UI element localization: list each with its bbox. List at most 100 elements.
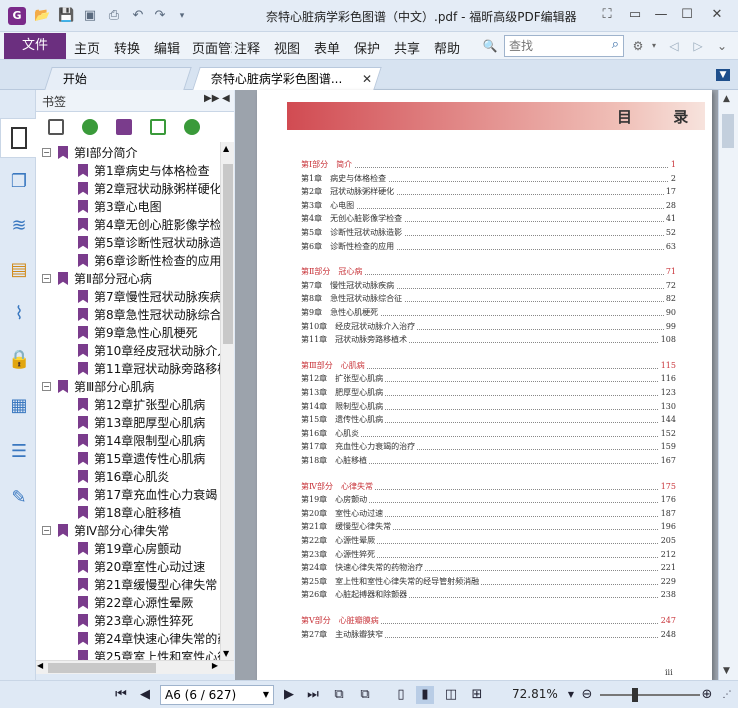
- toc-chapter-line[interactable]: 第12章 扩张型心肌病 116: [301, 372, 676, 386]
- bookmark-scroll-thumb[interactable]: [223, 164, 233, 344]
- bookmark-chapter-item[interactable]: 第18章心脏移植: [78, 504, 181, 522]
- tab-list-icon[interactable]: ▼: [716, 69, 730, 81]
- doc-scroll-down-icon[interactable]: ▼: [723, 666, 730, 676]
- menu-convert[interactable]: 转换: [114, 38, 140, 57]
- toc-chapter-line[interactable]: 第3章 心电图 28: [301, 198, 676, 212]
- collapse-toggle-icon[interactable]: −: [42, 148, 51, 157]
- tab-start[interactable]: 开始: [44, 67, 192, 90]
- bookmark-chapter-item[interactable]: 第20章室性心动过速: [78, 558, 205, 576]
- ribbon-collapse-icon[interactable]: ⌄: [714, 37, 730, 55]
- toc-chapter-line[interactable]: 第9章 急性心肌梗死 90: [301, 306, 676, 319]
- bookmark-chapter-item[interactable]: 第5章诊断性冠状动脉造影: [78, 234, 220, 252]
- toc-chapter-line[interactable]: 第24章 快速心律失常的药物治疗 221: [301, 561, 676, 575]
- toc-part-line[interactable]: 第Ⅴ部分 心脏瓣膜病 247: [301, 614, 676, 627]
- toc-chapter-line[interactable]: 第11章 冠状动脉旁路移植术 108: [301, 333, 676, 347]
- bookmark-part-item[interactable]: 第Ⅳ部分心律失常: [58, 522, 169, 540]
- add-child-bookmark-icon[interactable]: [116, 119, 132, 135]
- pages-thumbnail-icon[interactable]: ❐: [8, 170, 30, 194]
- zoom-slider[interactable]: [600, 694, 700, 696]
- menu-edit[interactable]: 编辑: [154, 38, 180, 57]
- bookmark-chapter-item[interactable]: 第21章缓慢型心律失常: [78, 576, 217, 594]
- page-dropdown-icon[interactable]: ▼: [263, 686, 269, 704]
- bookmark-properties-icon[interactable]: [48, 119, 64, 135]
- bookmark-chapter-item[interactable]: 第23章心源性猝死: [78, 612, 193, 630]
- bookmark-chapter-item[interactable]: 第13章肥厚型心肌病: [78, 414, 205, 432]
- toc-chapter-line[interactable]: 第15章 遗传性心肌病 144: [301, 413, 676, 427]
- menu-home[interactable]: 主页: [74, 38, 100, 57]
- search-input[interactable]: [505, 36, 601, 56]
- save-as-icon[interactable]: ▣: [82, 8, 98, 24]
- settings-chevron-icon[interactable]: ▾: [646, 37, 662, 55]
- toc-chapter-line[interactable]: 第1章 病史与体格检查 2: [301, 171, 676, 185]
- layers-icon[interactable]: ≋: [8, 214, 30, 238]
- menu-view[interactable]: 视图: [274, 38, 300, 57]
- bookmark-chapter-item[interactable]: 第25章室上性和室性心律失常: [78, 648, 220, 660]
- single-page-icon[interactable]: ▯: [392, 686, 410, 704]
- toc-chapter-line[interactable]: 第4章 无创心脏影像学检查 41: [301, 212, 676, 226]
- toc-chapter-line[interactable]: 第19章 心房颤动 176: [301, 493, 676, 507]
- comments-icon[interactable]: ▤: [8, 258, 30, 282]
- bookmark-chapter-item[interactable]: 第16章心肌炎: [78, 468, 169, 486]
- facing-page-icon[interactable]: ◫: [442, 686, 460, 704]
- bookmark-panel-tab[interactable]: [0, 118, 36, 158]
- settings-gear-icon[interactable]: ⚙: [630, 37, 646, 55]
- toc-chapter-line[interactable]: 第6章 诊断性检查的应用 63: [301, 239, 676, 253]
- bookmark-chapter-item[interactable]: 第6章诊断性检查的应用: [78, 252, 220, 270]
- menu-protect[interactable]: 保护: [354, 38, 380, 57]
- signature-icon[interactable]: ✎: [8, 486, 30, 510]
- scroll-left-icon[interactable]: ◀: [37, 661, 43, 670]
- toc-chapter-line[interactable]: 第22章 心源性晕厥 205: [301, 534, 676, 547]
- bookmark-chapter-item[interactable]: 第12章扩张型心肌病: [78, 396, 205, 414]
- bookmark-chapter-item[interactable]: 第15章遗传性心肌病: [78, 450, 205, 468]
- toc-chapter-line[interactable]: 第26章 心脏起搏器和除颤器 238: [301, 588, 676, 602]
- collapse-toggle-icon[interactable]: −: [42, 382, 51, 391]
- doc-scroll-up-icon[interactable]: ▲: [723, 94, 730, 104]
- toc-chapter-line[interactable]: 第20章 室性心动过速 187: [301, 506, 676, 520]
- bookmark-part-item[interactable]: 第Ⅰ部分简介: [58, 144, 138, 162]
- toc-chapter-line[interactable]: 第2章 冠状动脉粥样硬化 17: [301, 185, 676, 199]
- doc-scroll-thumb[interactable]: [722, 114, 734, 148]
- bookmark-chapter-item[interactable]: 第7章慢性冠状动脉疾病: [78, 288, 220, 306]
- next-view-icon[interactable]: ⧉: [356, 686, 374, 704]
- toc-chapter-line[interactable]: 第5章 诊断性冠状动脉造影 52: [301, 226, 676, 239]
- menu-share[interactable]: 共享: [394, 38, 420, 57]
- toc-chapter-line[interactable]: 第14章 限制型心肌病 130: [301, 399, 676, 413]
- menu-page-manage[interactable]: 页面管理: [192, 38, 232, 57]
- foxit-app-icon[interactable]: G: [8, 7, 26, 25]
- tab-document[interactable]: 奈特心脏病学彩色图谱...: [192, 67, 382, 90]
- panel-collapse-icon[interactable]: ◀: [222, 93, 230, 104]
- toc-part-line[interactable]: 第Ⅱ部分 冠心病 71: [301, 265, 676, 279]
- new-page-bookmark-icon[interactable]: [150, 119, 166, 135]
- bookmark-chapter-item[interactable]: 第17章充血性心力衰竭: [78, 486, 217, 504]
- toc-chapter-line[interactable]: 第25章 室上性和室性心律失常的经导管射频消融 229: [301, 574, 676, 588]
- content-list-icon[interactable]: ☰: [8, 440, 30, 464]
- bookmark-chapter-item[interactable]: 第8章急性冠状动脉综合征: [78, 306, 220, 324]
- security-lock-icon[interactable]: 🔒: [8, 348, 30, 372]
- menu-form[interactable]: 表单: [314, 38, 340, 57]
- customize-chevron-icon[interactable]: ▾: [174, 8, 190, 24]
- menu-comment[interactable]: 注释: [234, 38, 260, 57]
- bookmark-chapter-item[interactable]: 第9章急性心肌梗死: [78, 324, 198, 342]
- expand-bookmark-icon[interactable]: [184, 119, 200, 135]
- toc-chapter-line[interactable]: 第16章 心肌炎 152: [301, 426, 676, 440]
- toc-part-line[interactable]: 第Ⅳ部分 心律失常 175: [301, 479, 676, 493]
- zoom-level[interactable]: 72.81%: [512, 687, 558, 701]
- resize-grip-icon[interactable]: ⋰: [718, 686, 736, 704]
- tab-close-icon[interactable]: ✕: [362, 72, 372, 86]
- maximize-button[interactable]: ☐: [676, 6, 698, 24]
- restore-icon[interactable]: ▭: [624, 6, 646, 24]
- toc-chapter-line[interactable]: 第8章 急性冠状动脉综合征 82: [301, 292, 676, 306]
- undo-icon[interactable]: ↶: [130, 8, 146, 24]
- toc-part-line[interactable]: 第Ⅰ部分 简介 1: [301, 158, 676, 171]
- search-next-icon[interactable]: ▷: [690, 37, 706, 55]
- bookmark-chapter-item[interactable]: 第24章快速心律失常的药物治疗: [78, 630, 220, 648]
- previous-view-icon[interactable]: ⧉: [330, 686, 348, 704]
- search-icon[interactable]: ⌕: [612, 37, 619, 52]
- bookmark-chapter-item[interactable]: 第1章病史与体格检查: [78, 162, 210, 180]
- document-view[interactable]: 目 录 iii 第Ⅰ部分 简介 1 第1章 病史与体格检查 2 第2章 冠状动脉粥样硬化…: [235, 90, 718, 680]
- document-properties-icon[interactable]: ▦: [8, 394, 30, 418]
- bookmark-hscroll-thumb[interactable]: [48, 663, 156, 673]
- toc-chapter-line[interactable]: 第10章 经皮冠状动脉介入治疗 99: [301, 319, 676, 333]
- bookmark-chapter-item[interactable]: 第22章心源性晕厥: [78, 594, 193, 612]
- toc-chapter-line[interactable]: 第23章 心源性猝死 212: [301, 547, 676, 561]
